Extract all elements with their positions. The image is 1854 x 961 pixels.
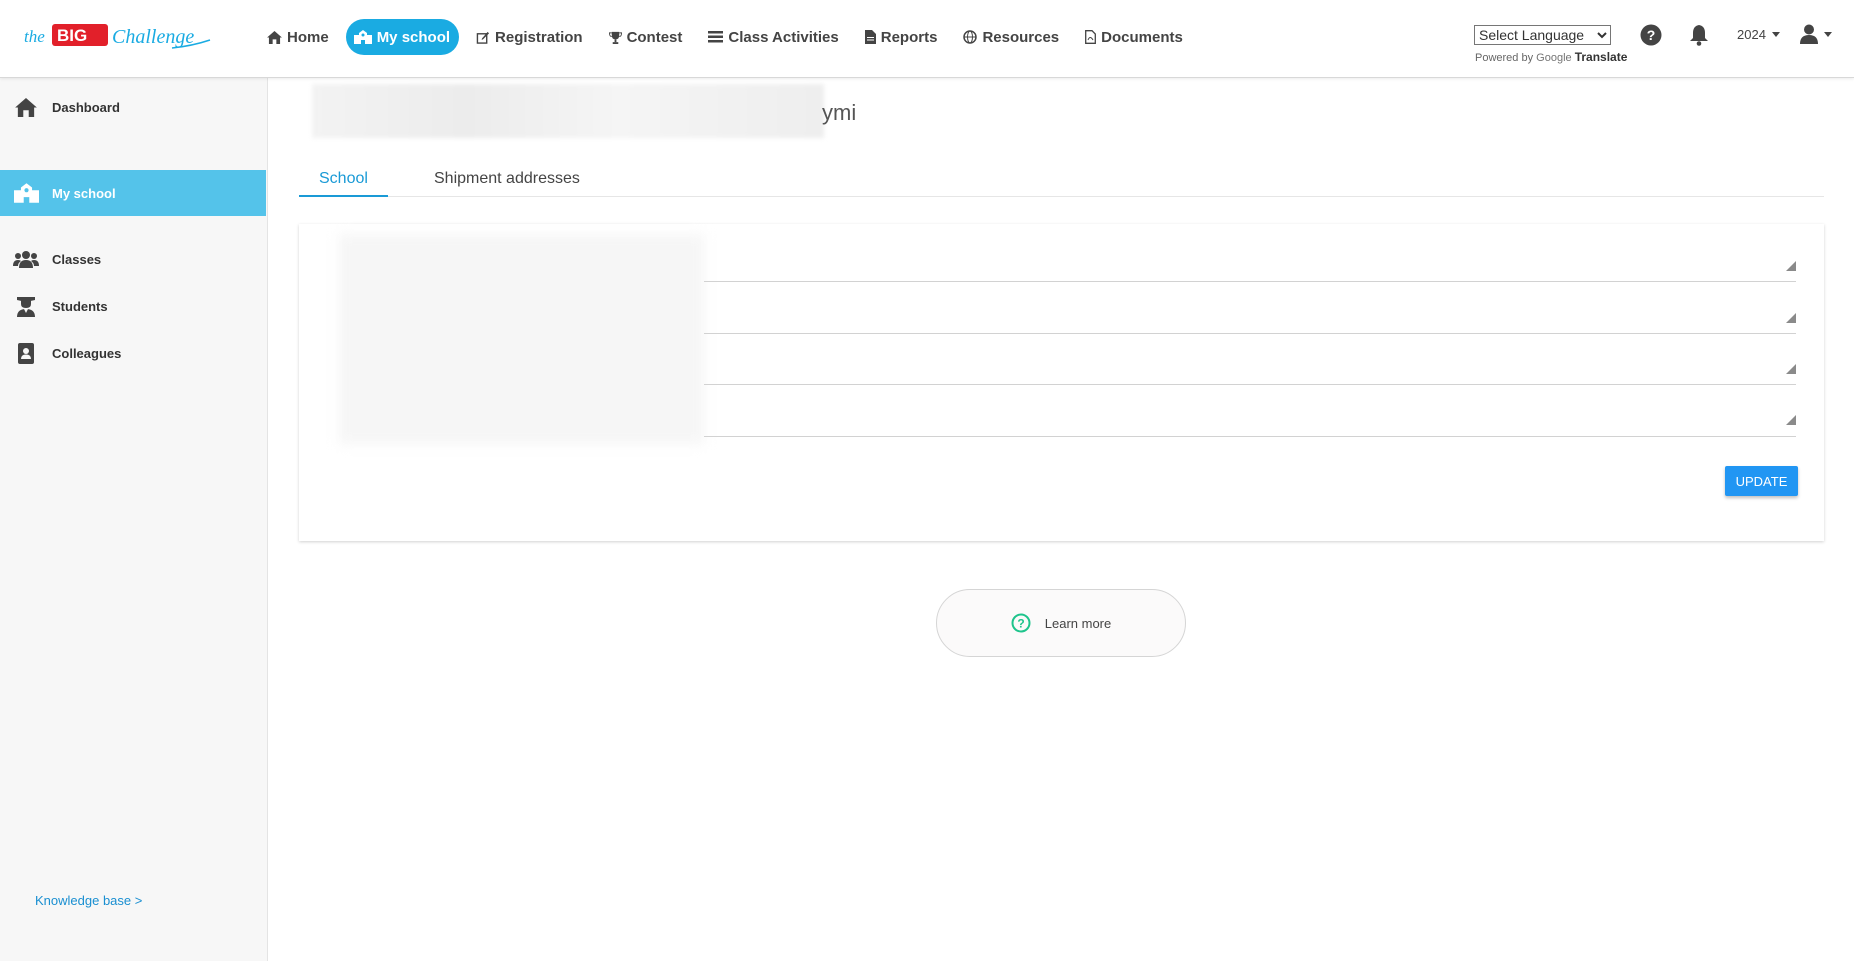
- globe-icon: [963, 30, 978, 44]
- translate-link[interactable]: Translate: [1575, 50, 1628, 64]
- google-translate-credit: Powered by Google Translate: [1475, 50, 1627, 64]
- edit-icon: [476, 31, 490, 44]
- sidebar-item-my-school[interactable]: My school: [0, 170, 266, 216]
- home-icon: [267, 30, 282, 44]
- tab-label: School: [319, 170, 368, 187]
- help-icon[interactable]: ?: [1640, 24, 1662, 51]
- pdf-icon: [1085, 30, 1097, 44]
- tab-school[interactable]: School: [319, 170, 368, 188]
- sidebar-item-students[interactable]: Students: [0, 283, 266, 329]
- resize-handle-icon[interactable]: [1786, 364, 1796, 374]
- learn-more-label: Learn more: [1044, 615, 1112, 631]
- svg-text:?: ?: [1647, 27, 1656, 43]
- tab-active-indicator: [299, 195, 388, 197]
- powered-by-label: Powered by: [1475, 52, 1534, 64]
- textarea-field-3[interactable]: [704, 384, 1796, 385]
- nav-reports-label: Reports: [880, 28, 938, 46]
- address-book-icon: [0, 342, 52, 364]
- update-button[interactable]: UPDATE: [1725, 466, 1798, 496]
- sidebar-item-label: Colleagues: [52, 345, 122, 361]
- google-logo: Google: [1536, 52, 1572, 64]
- learn-more-button[interactable]: ? Learn more: [936, 589, 1186, 657]
- resize-handle-icon[interactable]: [1786, 261, 1796, 271]
- nav-documents-label: Documents: [1101, 28, 1183, 46]
- tab-label: Shipment addresses: [434, 170, 580, 187]
- language-selector[interactable]: Select Language: [1474, 25, 1611, 45]
- users-icon: [0, 250, 52, 268]
- nav-resources[interactable]: Resources: [954, 19, 1068, 55]
- page-title: ymi: [822, 100, 857, 125]
- resize-handle-icon[interactable]: [1786, 415, 1796, 425]
- year-label: 2024: [1737, 27, 1766, 42]
- help-circle-icon: ?: [1011, 613, 1031, 633]
- textarea-field-1[interactable]: [704, 281, 1796, 282]
- svg-text:BIG: BIG: [57, 26, 87, 45]
- sidebar: Dashboard My school Classes Students Col…: [0, 78, 268, 961]
- nav-registration[interactable]: Registration: [467, 19, 592, 55]
- svg-text:?: ?: [1017, 617, 1024, 631]
- school-icon: [353, 30, 372, 44]
- chevron-down-icon: [1771, 32, 1780, 37]
- nav-documents[interactable]: Documents: [1076, 19, 1192, 55]
- big-challenge-logo[interactable]: the BIG Challenge: [22, 18, 212, 54]
- top-navbar: the BIG Challenge Home My school Registr…: [0, 0, 1854, 78]
- redacted-field-labels: [339, 234, 704, 444]
- sidebar-item-label: Dashboard: [52, 99, 120, 115]
- school-icon: [0, 183, 52, 203]
- knowledge-base-link[interactable]: Knowledge base >: [35, 893, 142, 908]
- nav-reports[interactable]: Reports: [856, 19, 947, 55]
- language-select[interactable]: Select Language: [1474, 25, 1611, 45]
- resize-handle-icon[interactable]: [1786, 313, 1796, 323]
- document-icon: [864, 30, 876, 44]
- home-icon: [0, 97, 52, 117]
- svg-text:the: the: [24, 27, 45, 46]
- tab-shipment-addresses[interactable]: Shipment addresses: [434, 170, 580, 188]
- nav-home[interactable]: Home: [258, 19, 338, 55]
- sidebar-item-dashboard[interactable]: Dashboard: [0, 84, 266, 130]
- nav-contest-label: Contest: [626, 28, 683, 46]
- nav-home-label: Home: [287, 28, 329, 46]
- nav-registration-label: Registration: [495, 28, 583, 46]
- nav-my-school[interactable]: My school: [345, 19, 460, 55]
- user-menu[interactable]: [1800, 24, 1832, 44]
- sidebar-item-label: Students: [52, 298, 108, 314]
- nav-resources-label: Resources: [982, 28, 1060, 46]
- user-icon: [1800, 24, 1818, 44]
- nav-class-activities-label: Class Activities: [728, 28, 839, 46]
- svg-text:Challenge: Challenge: [112, 26, 194, 48]
- school-form-card: UPDATE: [299, 224, 1824, 541]
- textarea-field-2[interactable]: [704, 333, 1796, 334]
- nav-contest[interactable]: Contest: [600, 19, 692, 55]
- list-icon: [708, 31, 724, 43]
- chevron-down-icon: [1824, 31, 1832, 37]
- tab-bar: School Shipment addresses: [299, 160, 1824, 197]
- notification-bell-icon[interactable]: [1689, 24, 1709, 51]
- main-nav: Home My school Registration Contest Clas…: [258, 19, 1200, 55]
- sidebar-item-label: My school: [52, 185, 116, 201]
- sidebar-item-label: Classes: [52, 251, 102, 267]
- trophy-icon: [608, 31, 622, 44]
- nav-class-activities[interactable]: Class Activities: [699, 19, 847, 55]
- graduate-icon: [0, 295, 52, 317]
- nav-my-school-label: My school: [376, 28, 451, 46]
- sidebar-item-classes[interactable]: Classes: [0, 236, 266, 282]
- school-name-redacted: [312, 84, 824, 138]
- textarea-field-4[interactable]: [704, 436, 1796, 437]
- year-selector[interactable]: 2024: [1737, 27, 1780, 42]
- sidebar-item-colleagues[interactable]: Colleagues: [0, 330, 266, 376]
